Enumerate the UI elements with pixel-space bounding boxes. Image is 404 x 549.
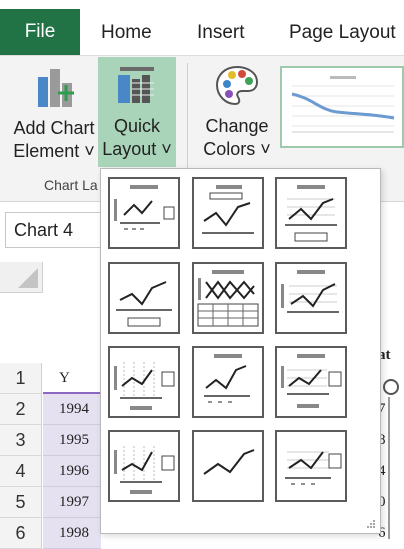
chart-border <box>388 397 390 539</box>
select-all-corner[interactable] <box>0 262 43 293</box>
add-chart-label-1: Add Chart <box>13 118 95 138</box>
layout-5-thumbnail[interactable] <box>192 262 264 334</box>
cell-a4[interactable]: 1996 <box>43 456 101 487</box>
ribbon-separator <box>187 63 188 178</box>
tab-insert[interactable]: Insert <box>197 22 245 44</box>
layout-11-thumbnail[interactable] <box>192 430 264 502</box>
cell-a2[interactable]: 1994 <box>43 394 101 425</box>
palette-icon <box>215 65 259 106</box>
layout-12-thumbnail[interactable] <box>275 430 347 502</box>
layout-1-thumbnail[interactable] <box>108 177 180 249</box>
layout-8-preview <box>204 354 250 403</box>
cell-right[interactable]: 0 <box>378 487 404 518</box>
tab-file[interactable]: File <box>0 9 80 55</box>
cell-right[interactable]: 8 <box>378 425 404 456</box>
row-header[interactable]: 2 <box>0 394 42 425</box>
resize-grip-icon[interactable] <box>366 519 376 529</box>
layout-9-thumbnail[interactable] <box>275 346 347 418</box>
cell-right[interactable]: 7 <box>378 394 404 425</box>
layout-7-preview <box>114 362 175 410</box>
cell-a1[interactable]: Y <box>43 363 101 394</box>
layout-10-preview <box>114 446 175 494</box>
change-colors-button[interactable]: Change Colors ˅ <box>196 63 278 161</box>
layout-1-preview <box>114 185 175 230</box>
cell-a6[interactable]: 1998 <box>43 518 101 549</box>
cell-right[interactable]: 4 <box>378 456 404 487</box>
name-box[interactable]: Chart 4 <box>5 212 115 248</box>
row-header[interactable]: 6 <box>0 518 42 549</box>
row-header[interactable]: 3 <box>0 425 42 456</box>
layout-7-thumbnail[interactable] <box>108 346 180 418</box>
chart-style-preview[interactable] <box>280 66 404 148</box>
add-chart-element-icon <box>38 69 74 107</box>
layout-6-preview <box>281 270 339 313</box>
chart-layouts-group-label: Chart La <box>44 177 98 193</box>
tab-home[interactable]: Home <box>101 22 152 44</box>
quick-layout-button[interactable]: Quick Layout ˅ <box>98 63 176 161</box>
cell-right-header[interactable]: at <box>378 340 404 371</box>
cell-a5[interactable]: 1997 <box>43 487 101 518</box>
add-chart-label-2: Element ˅ <box>13 141 95 161</box>
tab-page-layout[interactable]: Page Layout <box>289 22 396 44</box>
row-header[interactable]: 5 <box>0 487 42 518</box>
chart-resize-handle[interactable] <box>381 377 401 397</box>
quick-layout-label-2: Layout ˅ <box>102 139 172 159</box>
layout-8-thumbnail[interactable] <box>192 346 264 418</box>
chart-style-thumbnail <box>291 76 395 133</box>
quick-layout-gallery <box>100 168 381 534</box>
change-colors-label-2: Colors ˅ <box>203 139 271 159</box>
layout-11-preview <box>203 449 255 475</box>
layout-2-thumbnail[interactable] <box>192 177 264 249</box>
cell-right[interactable]: 6 <box>378 518 404 549</box>
quick-layout-label-1: Quick <box>113 116 160 136</box>
layout-5-preview <box>197 270 259 327</box>
change-colors-label-1: Change <box>205 116 269 136</box>
layout-3-thumbnail[interactable] <box>275 177 347 249</box>
add-chart-element-button[interactable]: Add Chart Element ˅ <box>8 63 100 163</box>
layout-4-thumbnail[interactable] <box>108 262 180 334</box>
layout-6-thumbnail[interactable] <box>275 262 347 334</box>
layout-2-preview <box>202 185 254 234</box>
layout-12-preview <box>285 451 342 485</box>
ribbon-tabs: File Home Insert Page Layout <box>0 0 404 55</box>
layout-3-preview <box>285 185 337 242</box>
row-header[interactable]: 1 <box>0 363 42 394</box>
layout-9-preview <box>281 354 342 408</box>
quick-layout-icon <box>118 67 154 103</box>
row-header[interactable]: 4 <box>0 456 42 487</box>
layout-10-thumbnail[interactable] <box>108 430 180 502</box>
cell-a3[interactable]: 1995 <box>43 425 101 456</box>
layout-4-preview <box>116 281 172 327</box>
